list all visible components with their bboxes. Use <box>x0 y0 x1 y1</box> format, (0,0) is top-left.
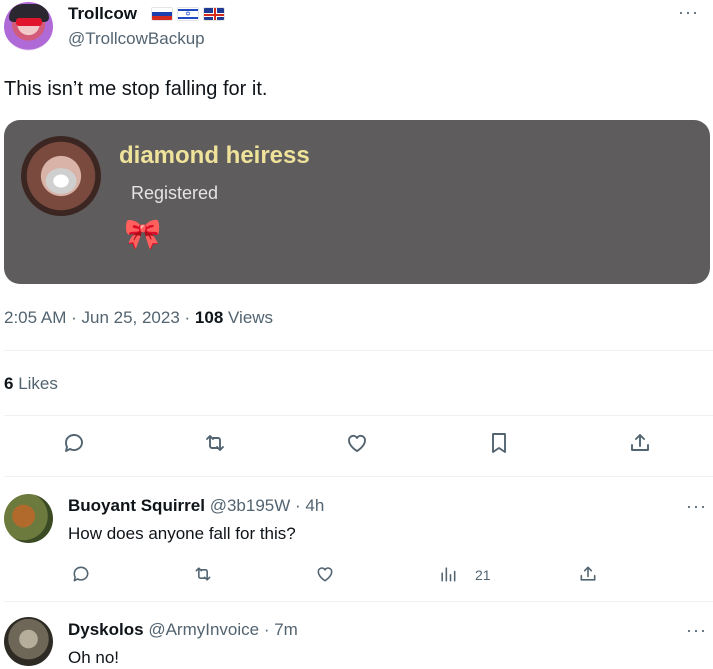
reply-avatar[interactable] <box>4 617 53 666</box>
reply-handle[interactable]: @ArmyInvoice · 7m <box>148 620 298 639</box>
tweet-action-bar <box>0 428 713 464</box>
views-label: Views <box>228 308 274 327</box>
like-button[interactable] <box>310 559 340 589</box>
reply-handle[interactable]: @3b195W · 4h <box>210 496 325 515</box>
tweet-time[interactable]: 2:05 AM <box>4 308 66 327</box>
reply-author[interactable]: Buoyant Squirrel @3b195W · 4h <box>68 496 324 516</box>
reply-text: Oh no! <box>68 648 120 667</box>
heart-icon <box>317 567 333 582</box>
tweet-meta: 2:05 AM · Jun 25, 2023 · 108 Views <box>4 308 274 327</box>
israel-flag-icon: ✡ <box>177 7 199 21</box>
reply-author[interactable]: Dyskolos @ArmyInvoice · 7m <box>68 620 298 640</box>
reply-icon <box>73 566 89 582</box>
share-icon <box>631 434 649 451</box>
reply-icon <box>65 434 83 452</box>
retweet-icon <box>195 567 211 581</box>
author-avatar[interactable] <box>4 2 53 51</box>
share-button[interactable] <box>573 559 603 589</box>
likes-label: Likes <box>18 374 58 393</box>
tweet-header: Trollcow ✡ @TrollcowBackup ··· <box>0 0 713 60</box>
flag-emojis: ✡ <box>151 7 225 21</box>
russia-flag-icon <box>151 7 173 21</box>
more-options-icon[interactable]: ··· <box>686 496 707 517</box>
retweet-icon <box>206 435 224 451</box>
like-button[interactable] <box>342 428 372 458</box>
retweet-button[interactable] <box>188 559 218 589</box>
share-icon <box>580 566 596 581</box>
reply-tweet[interactable]: Buoyant Squirrel @3b195W · 4h ··· How do… <box>0 478 713 600</box>
reply-display-name[interactable]: Buoyant Squirrel <box>68 496 205 515</box>
more-options-icon[interactable]: ··· <box>678 2 699 23</box>
divider <box>4 476 713 477</box>
reply-button[interactable] <box>66 559 96 589</box>
card-profile-status: Registered <box>131 183 219 203</box>
tweet-image[interactable]: diamond heiress Registered 🎀 <box>4 120 710 284</box>
bookmark-button[interactable] <box>484 428 514 458</box>
analytics-button[interactable] <box>433 559 463 589</box>
ribbon-icon: 🎀 <box>124 218 162 251</box>
reply-avatar[interactable] <box>4 494 53 543</box>
bookmark-icon <box>492 433 506 453</box>
reply-text: How does anyone fall for this? <box>68 524 296 543</box>
author-display-name[interactable]: Trollcow <box>68 4 137 24</box>
tweet-text: This isn’t me stop falling for it. <box>4 78 268 100</box>
card-profile-name: diamond heiress <box>119 142 310 169</box>
share-button[interactable] <box>625 428 655 458</box>
tweet-date[interactable]: Jun 25, 2023 <box>81 308 179 327</box>
reply-tweet[interactable]: Dyskolos @ArmyInvoice · 7m ··· Oh no! <box>0 602 713 669</box>
more-options-icon[interactable]: ··· <box>686 620 707 641</box>
reply-display-name[interactable]: Dyskolos <box>68 620 144 639</box>
uk-flag-icon <box>203 7 225 21</box>
heart-icon <box>348 434 366 452</box>
retweet-button[interactable] <box>200 428 230 458</box>
likes-count: 6 <box>4 374 14 393</box>
author-handle[interactable]: @TrollcowBackup <box>68 29 205 49</box>
divider <box>4 415 713 416</box>
views-count: 21 <box>475 567 491 583</box>
card-profile-avatar <box>21 136 101 216</box>
divider <box>4 350 713 351</box>
reply-button[interactable] <box>59 428 89 458</box>
likes-stat[interactable]: 6 Likes <box>4 374 58 394</box>
views-count: 108 <box>194 308 224 327</box>
bar-chart-icon <box>441 567 456 582</box>
